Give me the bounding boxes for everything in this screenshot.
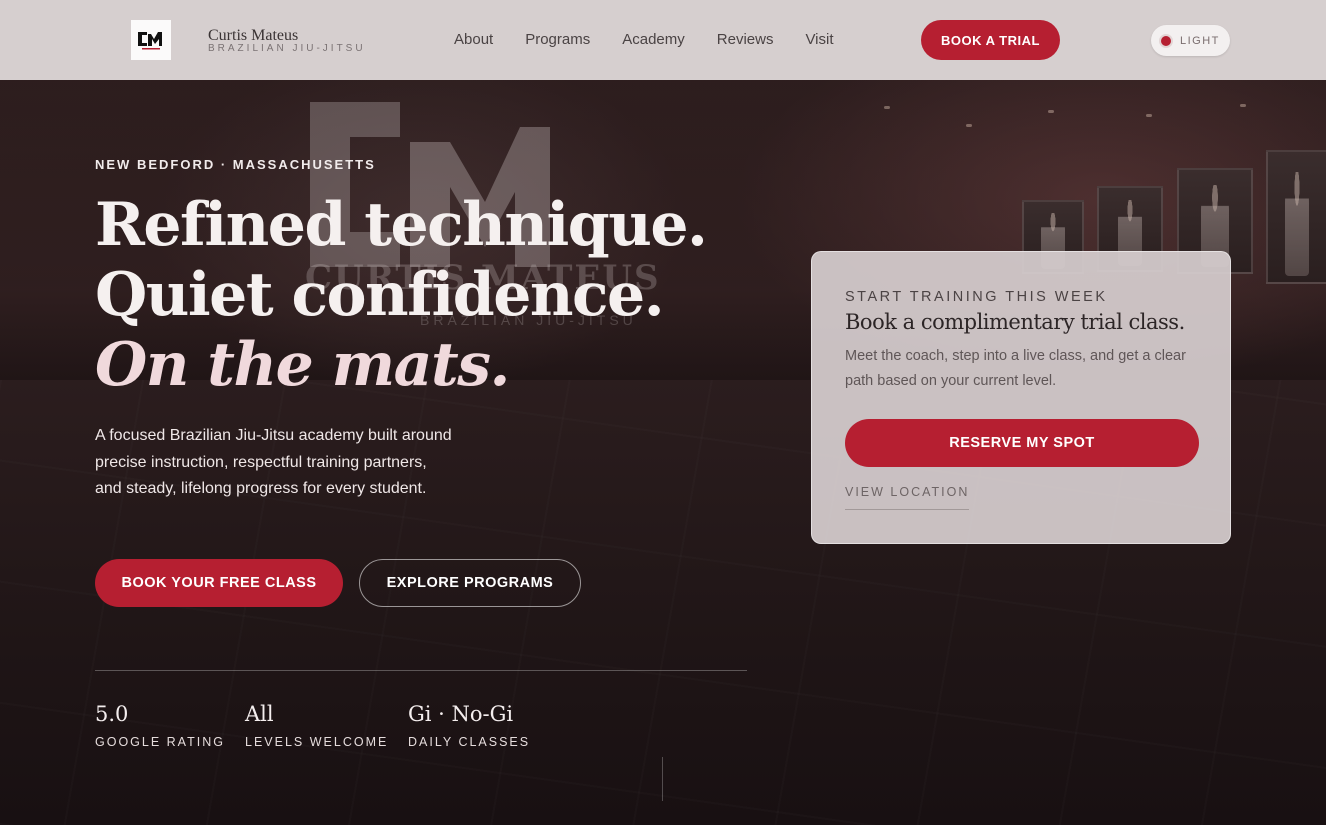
wall-photo-frame [1266,150,1326,284]
theme-toggle-label: LIGHT [1180,34,1220,47]
brand-logo[interactable] [131,20,171,60]
nav-link-visit[interactable]: Visit [805,31,833,48]
nav-link-about[interactable]: About [454,31,493,48]
stat-google-rating: 5.0 GOOGLE RATING [95,702,225,749]
nav-link-programs[interactable]: Programs [525,31,590,48]
brand-subtitle: BRAZILIAN JIU-JITSU [208,43,366,54]
theme-toggle[interactable]: LIGHT [1151,25,1230,56]
trial-booking-card: START TRAINING THIS WEEK Book a complime… [811,251,1231,544]
headline-line-2: Quiet confidence. [95,260,665,330]
book-free-class-button[interactable]: BOOK YOUR FREE CLASS [95,559,343,607]
stat-label: GOOGLE RATING [95,735,225,749]
hero-headline: Refined technique. Quiet confidence. On … [95,190,708,400]
scroll-indicator [662,757,663,801]
headline-line-3: On the mats. [95,330,510,400]
card-title: Book a complimentary trial class. [845,310,1185,334]
reserve-spot-button[interactable]: RESERVE MY SPOT [845,419,1199,467]
headline-line-1: Refined technique. [95,190,708,260]
stat-levels: All LEVELS WELCOME [245,702,388,749]
stat-label: LEVELS WELCOME [245,735,389,749]
card-description: Meet the coach, step into a live class, … [845,348,1186,389]
stats-divider [95,670,747,671]
stat-value: 5.0 [95,702,129,726]
nav-link-academy[interactable]: Academy [622,31,685,48]
explore-programs-button[interactable]: EXPLORE PROGRAMS [359,559,581,607]
main-nav: About Programs Academy Reviews Visit [454,31,866,48]
top-navbar: Curtis Mateus BRAZILIAN JIU-JITSU About … [0,0,1326,80]
book-trial-button[interactable]: BOOK A TRIAL [921,20,1060,60]
theme-dot-icon [1159,33,1173,48]
stat-daily-classes: Gi · No-Gi DAILY CLASSES [408,702,530,749]
hero-location: NEW BEDFORD · MASSACHUSETTS [95,157,376,172]
hero-description: A focused Brazilian Jiu-Jitsu academy bu… [95,427,452,497]
view-location-link[interactable]: VIEW LOCATION [845,485,970,510]
nav-link-reviews[interactable]: Reviews [717,31,774,48]
stat-value: All [245,702,274,726]
stat-value: Gi · No-Gi [408,702,514,726]
cm-logo-icon [138,32,162,50]
stat-label: DAILY CLASSES [408,735,531,749]
card-eyebrow: START TRAINING THIS WEEK [845,289,1108,305]
